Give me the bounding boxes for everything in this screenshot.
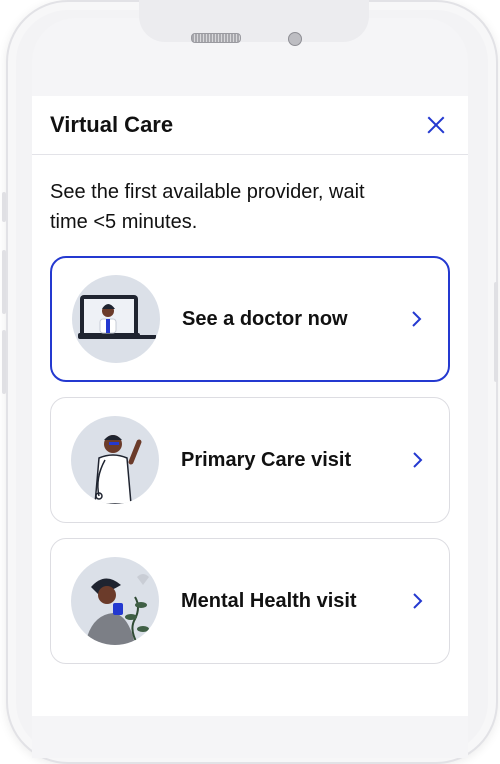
page-title: Virtual Care: [50, 112, 174, 137]
phone-volume-up: [2, 250, 6, 314]
mental-health-illustration: [71, 557, 159, 645]
close-icon[interactable]: [422, 111, 450, 139]
primary-care-doctor-illustration: [71, 416, 159, 504]
front-camera: [288, 32, 302, 46]
video-doctor-illustration: [72, 275, 160, 363]
option-label: Primary Care visit: [181, 448, 352, 471]
phone-volume-down: [2, 330, 6, 394]
option-label: Mental Health visit: [181, 589, 357, 612]
chevron-right-icon: [413, 593, 423, 609]
option-mental-health-visit[interactable]: Mental Health visit: [50, 538, 450, 664]
speaker-grille: [191, 33, 241, 43]
option-see-doctor-now[interactable]: See a doctor now: [50, 256, 450, 382]
phone-notch: [139, 0, 369, 42]
option-primary-care-visit[interactable]: Primary Care visit: [50, 397, 450, 523]
phone-power-button: [494, 282, 498, 382]
virtual-care-sheet: Virtual Care See the first available pro…: [32, 96, 468, 716]
option-label: See a doctor now: [182, 307, 348, 330]
chevron-right-icon: [413, 452, 423, 468]
phone-side-button: [2, 192, 6, 222]
chevron-right-icon: [412, 311, 422, 327]
sheet-header: Virtual Care: [32, 96, 468, 155]
intro-text: See the first available provider, wait t…: [50, 181, 365, 233]
